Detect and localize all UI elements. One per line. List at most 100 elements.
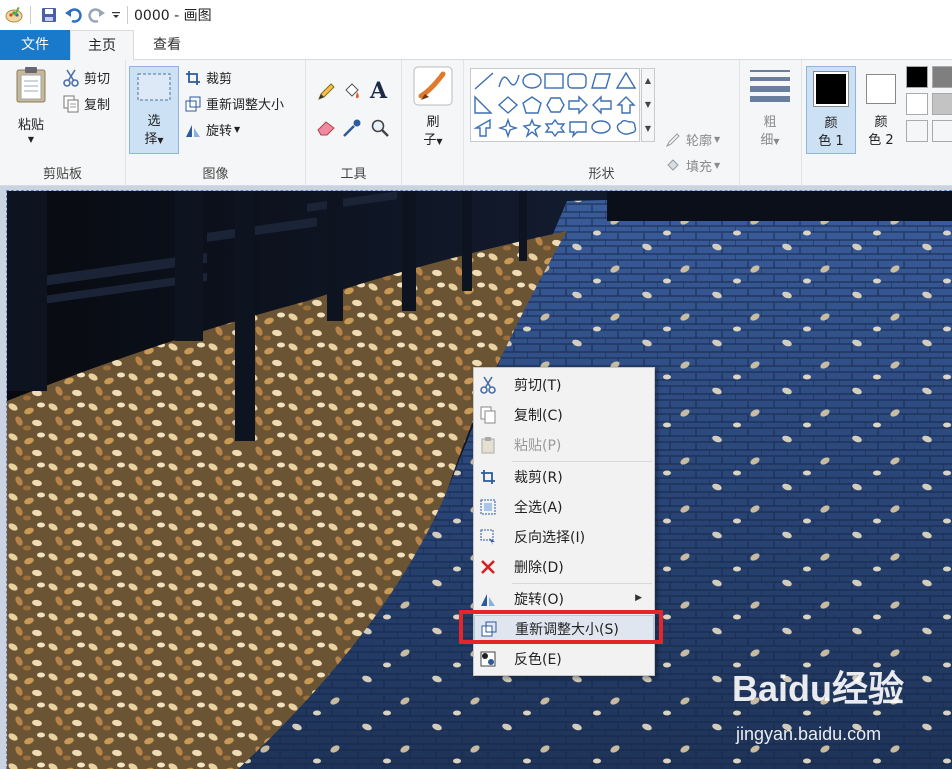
toolbar-separator [30, 6, 31, 24]
color2-label-top: 颜 [874, 115, 888, 130]
undo-icon[interactable] [61, 3, 85, 27]
crop-button[interactable]: 裁剪 [184, 68, 232, 87]
scroll-up-icon[interactable]: ▲ [642, 69, 654, 93]
image-group-label: 图像 [202, 167, 229, 182]
tab-file[interactable]: 文件 [0, 30, 70, 60]
paste-label: 粘贴 [17, 118, 44, 133]
copy-icon [62, 95, 80, 113]
menu-item-label: 粘贴(P) [514, 438, 562, 454]
shapes-gallery[interactable] [470, 68, 640, 142]
crop-label: 裁剪 [206, 72, 233, 87]
select-label-top: 选 [147, 114, 161, 129]
menu-item-invert-color[interactable]: 反色(E) [474, 645, 654, 673]
palette-swatch-empty[interactable] [932, 120, 952, 142]
menu-item-rotate[interactable]: 旋转(O) ▶ [474, 585, 654, 613]
menu-item-label: 全选(A) [514, 500, 563, 516]
size-button[interactable]: 粗 细▼ [748, 68, 792, 154]
baidu-jingyan-watermark: Baidu经验 jingyan.baidu.com [732, 660, 947, 765]
rotate-icon [184, 121, 202, 139]
menu-separator [512, 461, 652, 462]
window-title: 0000 - 画图 [134, 8, 212, 24]
palette-swatch-black[interactable] [906, 66, 928, 88]
color-picker-icon[interactable] [342, 118, 362, 138]
redo-icon[interactable] [85, 3, 109, 27]
brush-label-bottom: 子 [423, 133, 437, 148]
tab-view[interactable]: 查看 [134, 30, 200, 60]
menu-item-select-all[interactable]: 全选(A) [474, 493, 654, 521]
pencil-icon[interactable] [316, 82, 336, 102]
cut-button[interactable]: 剪切 [62, 68, 110, 87]
cut-label: 剪切 [84, 72, 111, 87]
color1-label-bottom: 色 1 [818, 134, 844, 149]
palette-swatch-gray[interactable] [932, 66, 952, 88]
highlight-annotation-box [459, 610, 663, 644]
chevron-down-icon: ▼ [234, 125, 241, 134]
menu-item-label: 旋转(O) [514, 592, 564, 608]
menu-item-cut[interactable]: 剪切(T) [474, 371, 654, 399]
brush-label-top: 刷 [426, 115, 440, 130]
quick-access-toolbar [0, 3, 134, 27]
color1-label-top: 颜 [824, 116, 838, 131]
chevron-down-icon: ▼ [436, 137, 443, 146]
copy-button[interactable]: 复制 [62, 94, 110, 113]
paste-button[interactable]: 粘贴 ▼ [8, 66, 54, 150]
line-width-icon [750, 68, 790, 106]
select-rectangle-icon [137, 73, 171, 105]
paint-app-icon[interactable] [2, 3, 26, 27]
scissors-icon [62, 69, 80, 87]
rotate-icon [474, 585, 502, 613]
chevron-down-icon: ▼ [773, 137, 780, 146]
menu-item-label: 剪切(T) [514, 378, 562, 394]
chevron-down-icon: ▼ [714, 161, 721, 170]
image-group: 选 择▼ 裁剪 重新调整大小 旋转 ▼ 图像 [126, 60, 306, 186]
chevron-down-icon: ▼ [27, 135, 35, 144]
save-icon[interactable] [37, 3, 61, 27]
rotate-button[interactable]: 旋转 ▼ [184, 120, 240, 139]
scissors-icon [474, 371, 502, 399]
palette-swatch-light-gray[interactable] [932, 93, 952, 115]
menu-item-label: 删除(D) [514, 560, 564, 576]
palette-swatch-white[interactable] [906, 93, 928, 115]
tools-group: A 工具 [306, 60, 402, 186]
fill-bucket-icon[interactable] [342, 82, 362, 102]
customize-toolbar-icon[interactable] [109, 3, 123, 27]
color1-button[interactable]: 颜 色 1 [806, 66, 856, 154]
toolbar-separator [127, 6, 128, 24]
ribbon-tabs: 文件 主页 查看 [0, 30, 952, 61]
color2-button[interactable]: 颜 色 2 [858, 66, 904, 154]
title-bar: 0000 - 画图 [0, 0, 952, 30]
text-tool-icon[interactable]: A [370, 78, 387, 104]
magnifier-icon[interactable] [370, 118, 390, 138]
fill-bucket-icon [664, 157, 682, 175]
color2-label-bottom: 色 2 [868, 133, 894, 148]
clipboard-group-label: 剪贴板 [42, 167, 82, 182]
chevron-down-icon: ▼ [157, 136, 164, 145]
fill-button[interactable]: 填充 ▼ [664, 156, 720, 175]
shapes-scrollbar[interactable]: ▲ ▼ ▼ [641, 68, 655, 142]
resize-button[interactable]: 重新调整大小 [184, 94, 284, 113]
gallery-expand-icon[interactable]: ▼ [642, 117, 654, 141]
fill-label: 填充 [686, 160, 713, 175]
menu-item-copy[interactable]: 复制(C) [474, 401, 654, 429]
invert-selection-icon [474, 523, 502, 551]
menu-item-label: 反色(E) [514, 652, 562, 668]
eraser-icon[interactable] [316, 118, 336, 136]
outline-button[interactable]: 轮廓 ▼ [664, 130, 720, 149]
outline-label: 轮廓 [686, 134, 713, 149]
menu-item-delete[interactable]: 删除(D) [474, 553, 654, 581]
delete-icon [474, 553, 502, 581]
palette-swatch-empty[interactable] [906, 120, 928, 142]
clipboard-group: 粘贴 ▼ 剪切 复制 剪贴板 [0, 60, 126, 186]
select-button[interactable]: 选 择▼ [129, 66, 179, 154]
select-label-bottom: 择 [144, 132, 158, 147]
menu-item-invert-selection[interactable]: 反向选择(I) [474, 523, 654, 551]
menu-item-crop[interactable]: 裁剪(R) [474, 463, 654, 491]
submenu-arrow-icon: ▶ [635, 593, 642, 603]
scroll-down-icon[interactable]: ▼ [642, 93, 654, 117]
brush-button[interactable]: 刷 子▼ [410, 66, 456, 156]
resize-label: 重新调整大小 [206, 98, 285, 113]
tab-home[interactable]: 主页 [70, 30, 134, 61]
menu-item-paste[interactable]: 粘贴(P) [474, 431, 654, 459]
resize-icon [184, 95, 202, 113]
chevron-down-icon: ▼ [714, 135, 721, 144]
